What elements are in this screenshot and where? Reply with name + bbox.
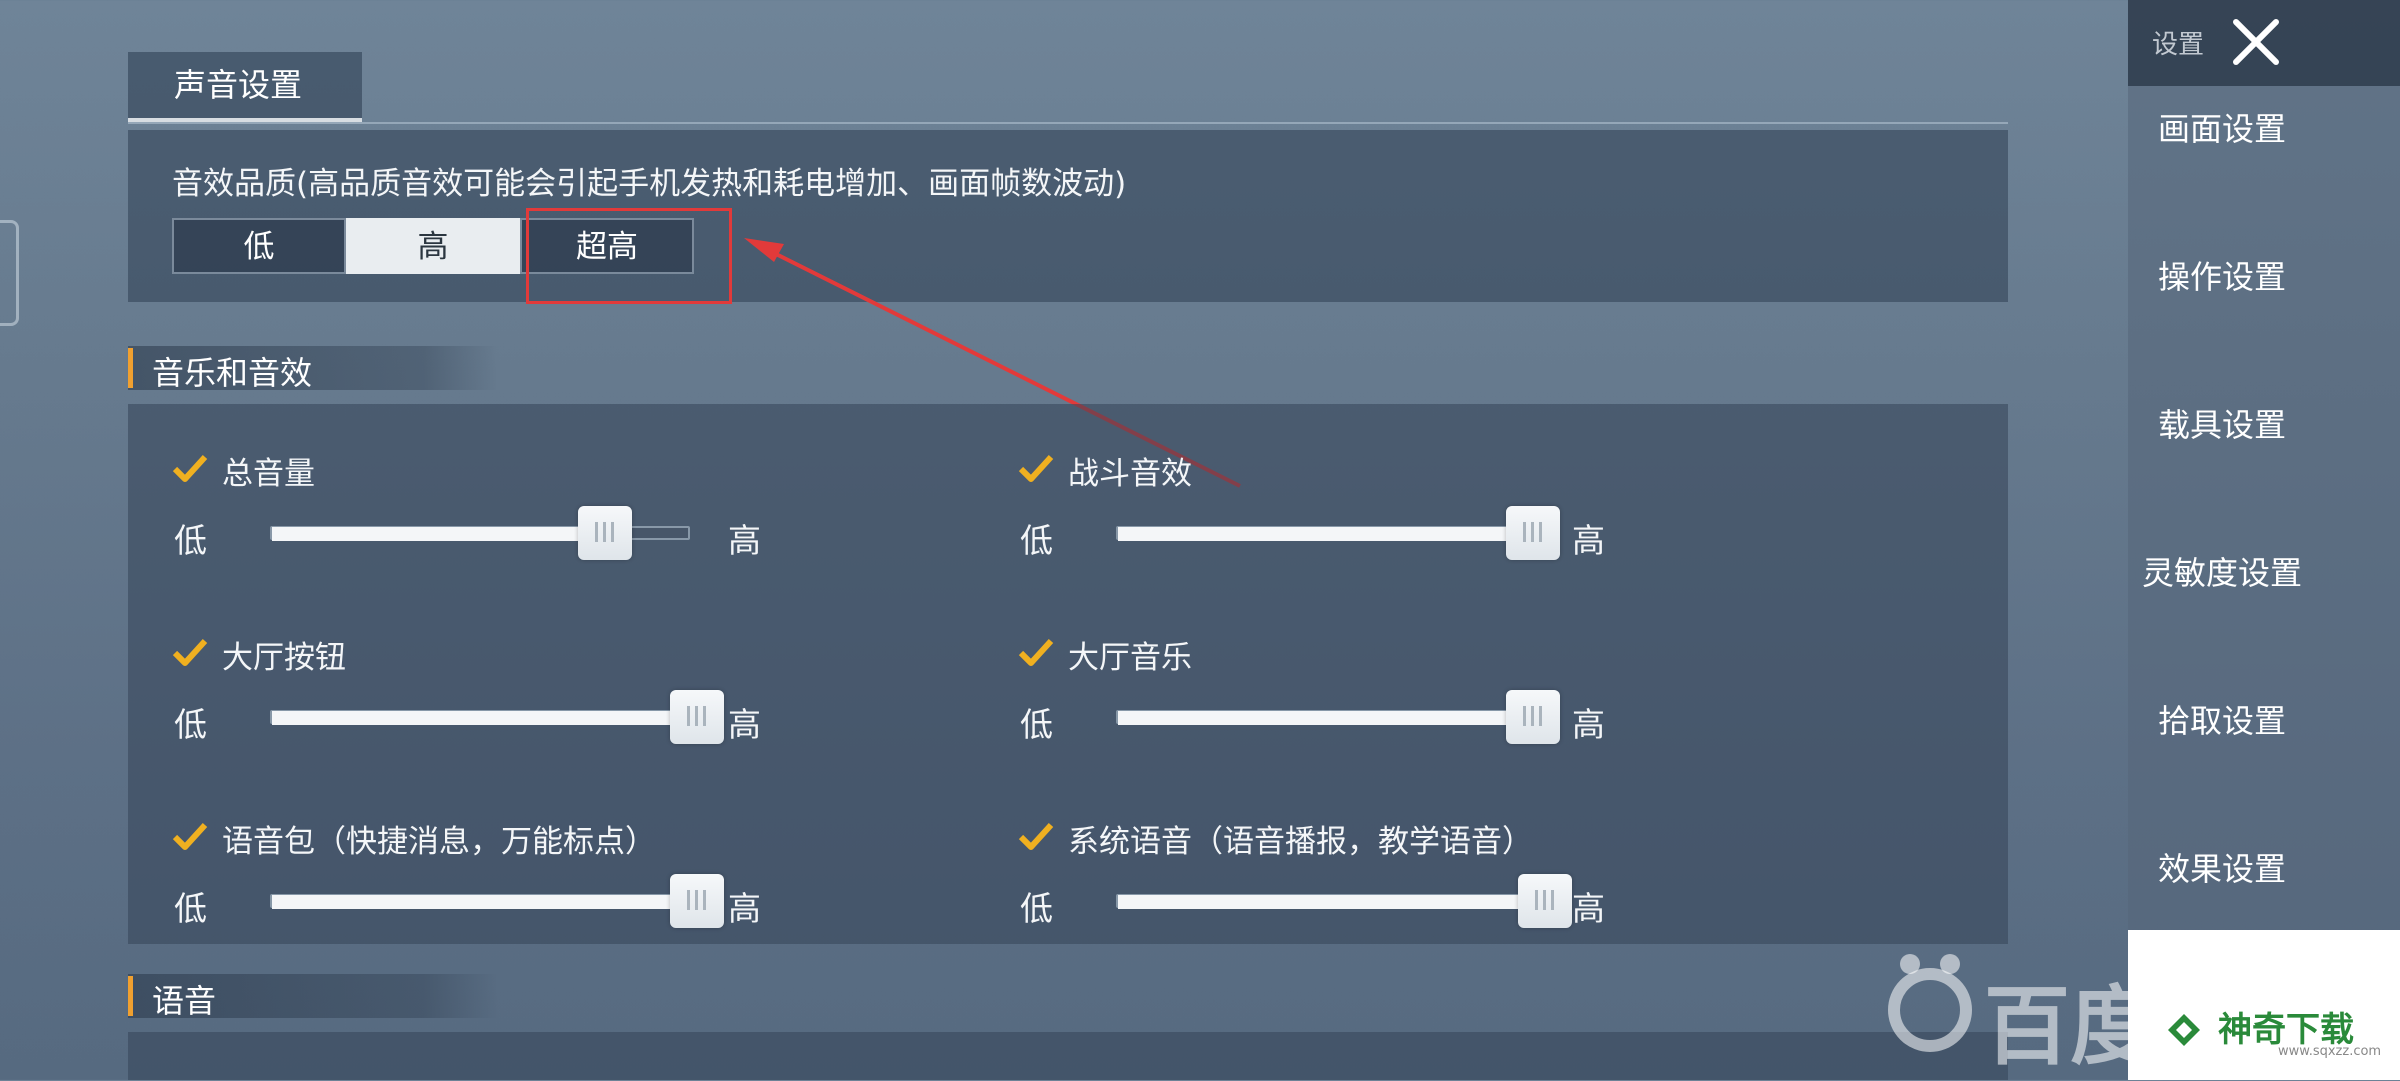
- quality-option-high[interactable]: 高: [346, 218, 520, 274]
- slider-high-label: 高: [1572, 705, 1605, 744]
- slider-label-system-voice: 系统语音（语音播报，教学语音）: [1068, 824, 1533, 860]
- checkbox-checked-icon[interactable]: [1018, 638, 1054, 668]
- slider-thumb[interactable]: [670, 690, 724, 744]
- shenqi-watermark: 神奇下载 www.sqxzz.com: [2128, 930, 2400, 1080]
- slider-label-combat-sfx: 战斗音效: [1068, 456, 1192, 492]
- tab-sound-settings[interactable]: 声音设置: [128, 52, 362, 122]
- slider-low-label: 低: [1020, 521, 1053, 560]
- slider-low-label: 低: [1020, 889, 1053, 928]
- section-accent-bar: [128, 348, 133, 388]
- slider-low-label: 低: [174, 705, 207, 744]
- voice-panel: [128, 1032, 2008, 1080]
- shenqi-watermark-url: www.sqxzz.com: [2278, 1044, 2382, 1059]
- slider-system-voice[interactable]: [1116, 874, 1572, 928]
- sidebar-item-vehicle[interactable]: 载具设置: [2128, 400, 2316, 446]
- back-edge-handle[interactable]: [0, 220, 19, 326]
- slider-combat-sfx[interactable]: [1116, 506, 1560, 560]
- section-title-music: 音乐和音效: [152, 354, 313, 392]
- checkbox-checked-icon[interactable]: [172, 638, 208, 668]
- sound-quality-panel: 音效品质(高品质音效可能会引起手机发热和耗电增加、画面帧数波动) 低 高 超高: [128, 130, 2008, 302]
- slider-master-volume[interactable]: [270, 506, 690, 560]
- slider-fill: [1118, 711, 1534, 725]
- shenqi-logo-icon: [2168, 1014, 2200, 1046]
- slider-fill: [272, 895, 698, 909]
- slider-voice-pack[interactable]: [270, 874, 724, 928]
- tab-sound-settings-label: 声音设置: [174, 66, 303, 104]
- slider-low-label: 低: [174, 521, 207, 560]
- checkbox-checked-icon[interactable]: [172, 454, 208, 484]
- sidebar-item-effects[interactable]: 效果设置: [2128, 844, 2316, 890]
- slider-lobby-button[interactable]: [270, 690, 724, 744]
- slider-high-label: 高: [1572, 889, 1605, 928]
- slider-thumb[interactable]: [1518, 874, 1572, 928]
- settings-sidebar: [2128, 0, 2400, 1080]
- slider-high-label: 高: [728, 705, 761, 744]
- sound-quality-title: 音效品质(高品质音效可能会引起手机发热和耗电增加、画面帧数波动): [172, 166, 1127, 202]
- close-icon[interactable]: [2228, 14, 2284, 70]
- baidu-watermark: 百度: [1880, 940, 2156, 1080]
- annotation-highlight-box: [526, 208, 732, 304]
- slider-low-label: 低: [174, 889, 207, 928]
- slider-thumb[interactable]: [1506, 506, 1560, 560]
- slider-high-label: 高: [728, 889, 761, 928]
- slider-low-label: 低: [1020, 705, 1053, 744]
- slider-fill: [272, 711, 698, 725]
- sidebar-item-pickup[interactable]: 拾取设置: [2128, 696, 2316, 742]
- slider-high-label: 高: [728, 521, 761, 560]
- slider-label-master-volume: 总音量: [222, 456, 315, 492]
- sidebar-item-controls[interactable]: 操作设置: [2128, 252, 2316, 298]
- music-effects-panel: 总音量 低 高 战斗音效 低 高 大厅按钮 低 高 大厅音乐 低 高 语音包（快…: [128, 404, 2008, 944]
- sidebar-item-sensitivity[interactable]: 灵敏度设置: [2128, 548, 2316, 594]
- slider-thumb[interactable]: [1506, 690, 1560, 744]
- slider-lobby-music[interactable]: [1116, 690, 1560, 744]
- section-accent-bar: [128, 976, 133, 1016]
- slider-thumb[interactable]: [670, 874, 724, 928]
- quality-option-low[interactable]: 低: [172, 218, 346, 274]
- slider-fill: [272, 527, 601, 541]
- slider-high-label: 高: [1572, 521, 1605, 560]
- slider-label-lobby-music: 大厅音乐: [1068, 640, 1192, 676]
- settings-header-label: 设置: [2152, 30, 2205, 60]
- checkbox-checked-icon[interactable]: [1018, 454, 1054, 484]
- sidebar-item-display[interactable]: 画面设置: [2128, 104, 2316, 150]
- baidu-paw-icon: [1888, 954, 1972, 1052]
- checkbox-checked-icon[interactable]: [1018, 822, 1054, 852]
- section-header-music: 音乐和音效: [128, 346, 498, 392]
- slider-label-lobby-button: 大厅按钮: [222, 640, 346, 676]
- slider-fill: [1118, 895, 1546, 909]
- checkbox-checked-icon[interactable]: [172, 822, 208, 852]
- section-title-voice: 语音: [152, 982, 217, 1020]
- slider-fill: [1118, 527, 1534, 541]
- slider-thumb[interactable]: [578, 506, 632, 560]
- tab-divider: [128, 122, 2008, 124]
- slider-label-voice-pack: 语音包（快捷消息，万能标点）: [222, 824, 656, 860]
- section-header-voice: 语音: [128, 974, 498, 1020]
